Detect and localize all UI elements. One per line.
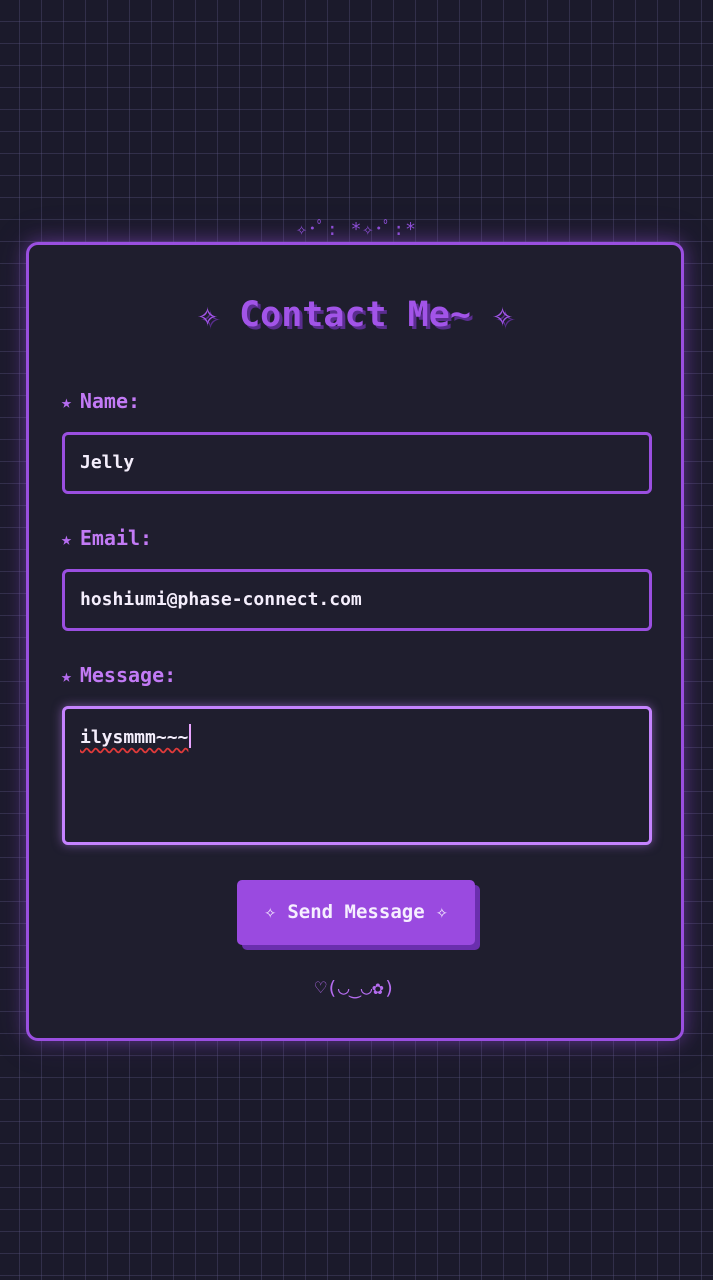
- text-caret: [189, 724, 192, 748]
- kaomoji-footer: ♡(◡‿◡✿): [314, 977, 396, 999]
- name-label-text: Name:: [79, 389, 141, 413]
- message-label: ★ Message:: [61, 662, 176, 690]
- top-sparkle-decoration: ✧･ﾟ: *✧･ﾟ:*: [296, 219, 417, 240]
- form-title: ✧ Contact Me~ ✧: [196, 295, 514, 335]
- email-label: ★ Email:: [61, 525, 152, 553]
- star-icon: ★: [61, 666, 72, 687]
- contact-form-card: ✧ Contact Me~ ✧ ★ Name: Jelly ★ Email: hos…: [26, 242, 684, 1041]
- message-label-text: Message:: [79, 663, 177, 687]
- star-icon: ★: [61, 529, 72, 550]
- name-input[interactable]: Jelly: [62, 432, 652, 494]
- email-label-text: Email:: [79, 526, 153, 550]
- name-label: ★ Name:: [61, 388, 140, 416]
- message-text: ilysmmm~~~: [80, 727, 189, 748]
- send-message-button[interactable]: ✧ Send Message ✧: [237, 880, 475, 945]
- message-textarea[interactable]: ilysmmm~~~: [62, 706, 652, 845]
- star-icon: ★: [61, 392, 72, 413]
- email-input[interactable]: hoshiumi@phase-connect.com: [62, 569, 652, 631]
